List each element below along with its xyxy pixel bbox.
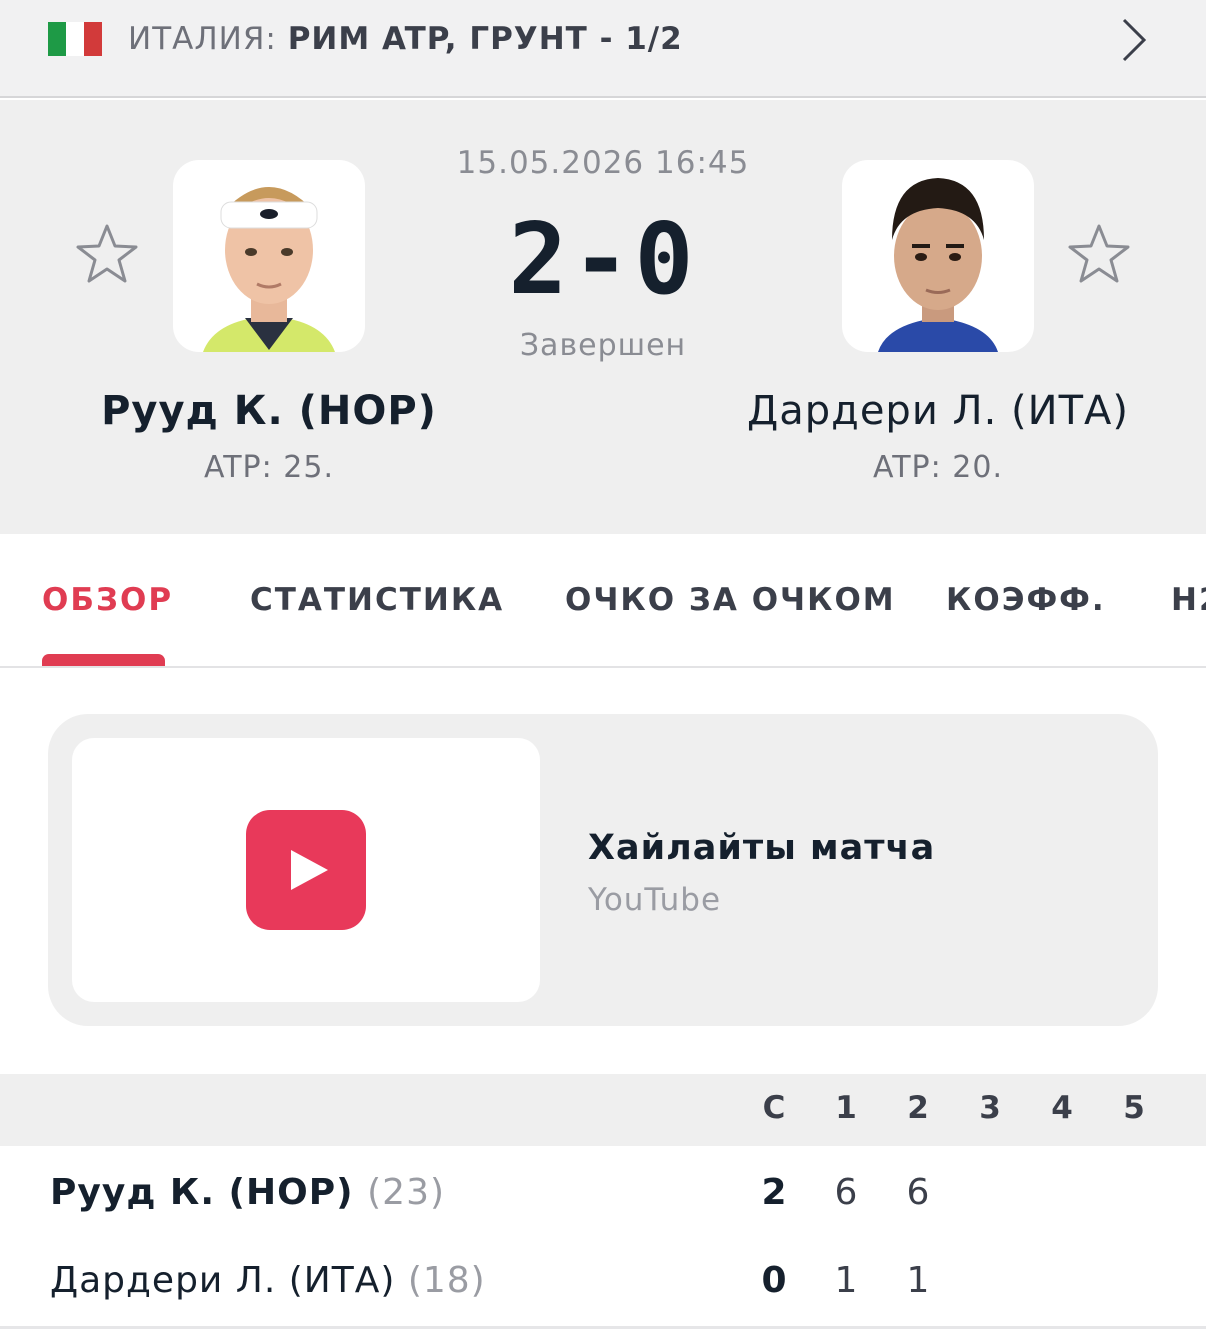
set2-games: 1 (906, 1260, 930, 1301)
column-header-set3: 3 (979, 1090, 1001, 1126)
column-header-sets: С (762, 1090, 786, 1126)
favorite-star-icon[interactable] (1066, 222, 1132, 288)
match-status: Завершен (519, 328, 687, 363)
set2-games: 6 (906, 1172, 930, 1213)
tab-h2h[interactable]: H2H (1171, 582, 1206, 618)
tournament-title: ИТАЛИЯ: РИМ ATP, ГРУНТ - 1/2 (128, 18, 683, 60)
scoreboard-header: С 1 2 3 4 5 (0, 1074, 1206, 1146)
player2-rank: ATP: 20. (873, 450, 1003, 485)
row-player-name-text: Рууд К. (НОР) (50, 1172, 354, 1213)
player2-avatar[interactable] (842, 160, 1034, 352)
play-icon[interactable] (246, 810, 366, 930)
sets-won: 2 (761, 1172, 787, 1213)
italy-flag-icon (48, 22, 102, 56)
column-header-set2: 2 (907, 1090, 929, 1126)
highlights-source: YouTube (588, 882, 722, 918)
tournament-header[interactable]: ИТАЛИЯ: РИМ ATP, ГРУНТ - 1/2 (0, 0, 1206, 98)
match-header: 15.05.2026 16:45 2-0 Завершен Рууд К. (Н… (0, 100, 1206, 534)
row-player-seed: (18) (407, 1260, 486, 1301)
tournament-name: РИМ ATP, ГРУНТ - 1/2 (287, 21, 683, 57)
scoreboard-row[interactable]: Рууд К. (НОР) (23) 2 6 6 (0, 1148, 1206, 1236)
active-tab-indicator (42, 654, 165, 666)
column-header-set1: 1 (835, 1090, 857, 1126)
highlights-title[interactable]: Хайлайты матча (588, 828, 935, 868)
tournament-country: ИТАЛИЯ: (128, 21, 277, 57)
column-header-set4: 4 (1051, 1090, 1073, 1126)
chevron-right-icon[interactable] (1112, 14, 1156, 66)
player1-name[interactable]: Рууд К. (НОР) (9, 388, 529, 434)
video-thumbnail[interactable] (72, 738, 540, 1002)
row-player-name: Рууд К. (НОР) (23) (50, 1172, 445, 1213)
tab-odds[interactable]: КОЭФФ. (946, 582, 1106, 618)
player2-name[interactable]: Дардери Л. (ИТА) (678, 388, 1198, 434)
row-player-name: Дардери Л. (ИТА) (18) (50, 1260, 486, 1301)
tab-bar: ОБЗОР СТАТИСТИКА ОЧКО ЗА ОЧКОМ КОЭФФ. H2… (0, 534, 1206, 668)
tab-statistics[interactable]: СТАТИСТИКА (250, 582, 504, 618)
set1-games: 6 (834, 1172, 858, 1213)
tab-point-by-point[interactable]: ОЧКО ЗА ОЧКОМ (565, 582, 896, 618)
set1-games: 1 (834, 1260, 858, 1301)
row-player-name-text: Дардери Л. (ИТА) (50, 1260, 396, 1301)
match-score: 2-0 (508, 203, 698, 317)
row-player-seed: (23) (367, 1172, 446, 1213)
scoreboard-row[interactable]: Дардери Л. (ИТА) (18) 0 1 1 (0, 1236, 1206, 1329)
player1-rank: ATP: 25. (204, 450, 334, 485)
match-datetime: 15.05.2026 16:45 (456, 145, 750, 181)
player1-avatar[interactable] (173, 160, 365, 352)
column-header-set5: 5 (1123, 1090, 1145, 1126)
favorite-star-icon[interactable] (74, 222, 140, 288)
highlights-card[interactable]: Хайлайты матча YouTube (48, 714, 1158, 1026)
tab-overview[interactable]: ОБЗОР (42, 582, 173, 618)
sets-won: 0 (761, 1260, 787, 1301)
